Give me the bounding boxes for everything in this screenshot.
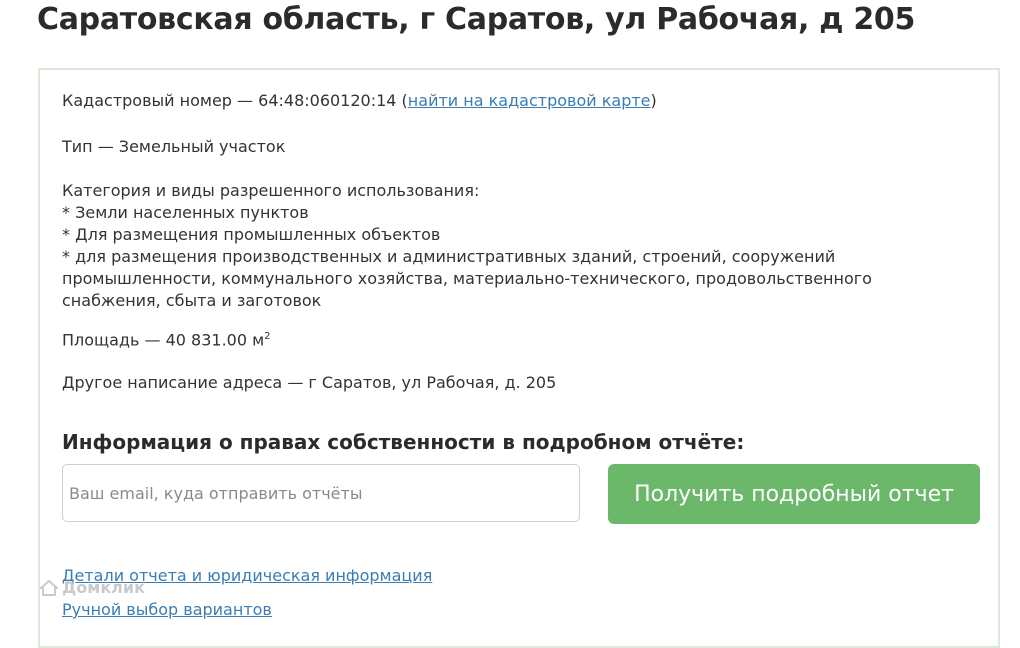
category-item: снабжения, сбыта и заготовок — [62, 291, 322, 310]
area-unit-sup: 2 — [264, 331, 271, 342]
land-category: Категория и виды разрешенного использова… — [62, 180, 962, 312]
property-type: Тип — Земельный участок — [62, 137, 286, 156]
cadastral-paren-close: ) — [650, 91, 657, 110]
area-text: Площадь — 40 831.00 м — [62, 330, 265, 350]
property-area: Площадь — 40 831.00 м2 — [62, 326, 271, 351]
manual-selection-link[interactable]: Ручной выбор вариантов — [62, 600, 272, 619]
category-title: Категория и виды разрешенного использова… — [62, 181, 480, 200]
house-logo-icon — [40, 579, 58, 596]
category-item: * для размещения производственных и адми… — [62, 247, 836, 266]
domclick-watermark: Домклик — [40, 578, 145, 597]
email-input[interactable] — [62, 464, 580, 522]
category-item: промышленности, коммунального хозяйства,… — [62, 269, 872, 288]
alt-address: Другое написание адреса — г Саратов, ул … — [62, 373, 557, 392]
page-title: Саратовская область, г Саратов, ул Рабоч… — [37, 2, 916, 37]
report-section-title: Информация о правах собственности в подр… — [62, 430, 745, 454]
cadastral-number-text: Кадастровый номер — 64:48:060120:14 ( — [62, 91, 408, 110]
property-card: Кадастровый номер — 64:48:060120:14 (най… — [38, 68, 1000, 648]
watermark-text: Домклик — [62, 578, 145, 597]
cadastral-number: Кадастровый номер — 64:48:060120:14 (най… — [62, 90, 657, 112]
cadastral-map-link[interactable]: найти на кадастровой карте — [408, 91, 651, 110]
category-item: * Земли населенных пунктов — [62, 203, 309, 222]
get-report-button[interactable]: Получить подробный отчет — [608, 464, 980, 524]
category-item: * Для размещения промышленных объектов — [62, 225, 441, 244]
